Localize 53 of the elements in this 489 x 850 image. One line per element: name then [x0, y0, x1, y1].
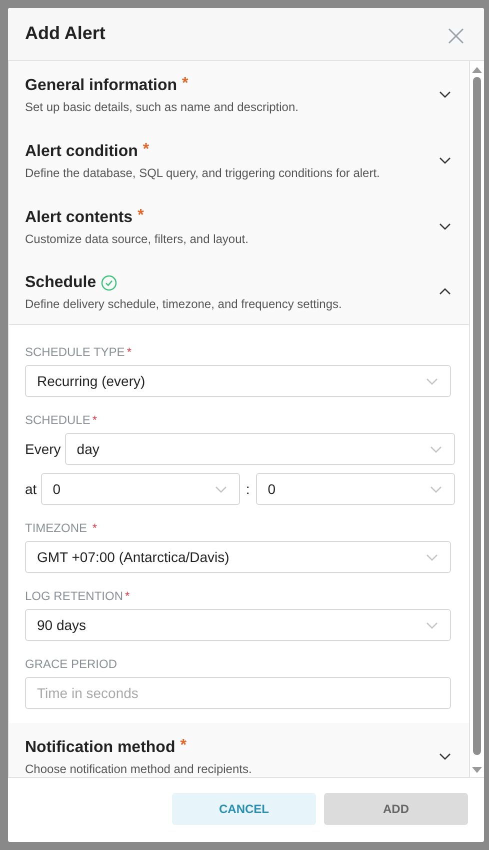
- select-field[interactable]: 0: [256, 473, 456, 505]
- required-mark: *: [126, 345, 132, 359]
- section-title: Alert contents: [25, 208, 133, 226]
- select-field[interactable]: GMT +07:00 (Antarctica/Davis): [25, 541, 451, 573]
- scroll-down-icon[interactable]: [472, 767, 482, 773]
- required-mark: *: [182, 74, 188, 92]
- required-mark: *: [92, 521, 98, 535]
- chevron-down-icon: [426, 554, 438, 560]
- text-input[interactable]: Time in seconds: [25, 677, 451, 709]
- section-title: Alert condition: [25, 142, 138, 160]
- field-label: TIMEZONE: [25, 521, 88, 535]
- section-header[interactable]: Alert contents * Customize data source, filters, and layout.: [9, 193, 469, 259]
- section-description: Choose notification method and recipients.: [25, 762, 253, 776]
- select-field[interactable]: Recurring (every): [25, 365, 451, 397]
- chevron-down-icon: [439, 222, 451, 230]
- scroll-up-icon[interactable]: [472, 67, 482, 73]
- chevron-down-icon: [430, 486, 442, 492]
- section-header[interactable]: Notification method * Choose notification method and recipients.: [9, 723, 469, 777]
- chevron-down-icon: [426, 378, 438, 384]
- required-mark: *: [138, 206, 144, 224]
- every-label: Every: [25, 441, 61, 457]
- required-mark: *: [125, 589, 130, 603]
- section-description: Customize data source, filters, and layout.: [25, 232, 250, 246]
- required-mark: *: [92, 413, 98, 427]
- section-description: Define the database, SQL query, and triggering conditions for alert.: [25, 166, 381, 180]
- chevron-down-icon: [439, 90, 451, 98]
- required-mark: *: [180, 736, 186, 754]
- select-field[interactable]: 0: [40, 473, 240, 505]
- section-header[interactable]: Schedule Define delivery schedule, timezone, and frequency settings.: [9, 259, 469, 325]
- select-field[interactable]: 90 days: [25, 609, 451, 641]
- field-label: SCHEDULE TYPE: [25, 345, 125, 359]
- section-description: Set up basic details, such as name and description.: [25, 100, 300, 114]
- dialog-title: Add Alert: [25, 22, 106, 44]
- close-icon[interactable]: [448, 28, 464, 44]
- chevron-down-icon: [426, 622, 438, 628]
- section-title: Notification method: [25, 738, 176, 756]
- chevron-down-icon: [430, 446, 442, 452]
- chevron-down-icon: [439, 752, 451, 760]
- field-label: GRACE PERIOD: [25, 657, 118, 671]
- select-field[interactable]: day: [64, 433, 455, 465]
- section-header[interactable]: General information * Set up basic details, such as name and description.: [9, 61, 469, 127]
- section-title: General information: [25, 76, 178, 94]
- field-label: LOG RETENTION: [25, 589, 124, 603]
- chevron-down-icon: [439, 156, 451, 164]
- chevron-down-icon: [214, 486, 227, 492]
- at-label: at: [25, 481, 37, 497]
- time-separator: :: [244, 481, 251, 497]
- section-title: Schedule: [25, 274, 96, 292]
- section-description: Define delivery schedule, timezone, and frequency settings.: [25, 297, 343, 311]
- section-header[interactable]: Alert condition * Define the database, SQL query, and triggering conditions for alert.: [9, 127, 469, 193]
- required-mark: *: [142, 140, 150, 158]
- chevron-up-icon: [439, 288, 451, 295]
- field-label: SCHEDULE: [25, 413, 90, 427]
